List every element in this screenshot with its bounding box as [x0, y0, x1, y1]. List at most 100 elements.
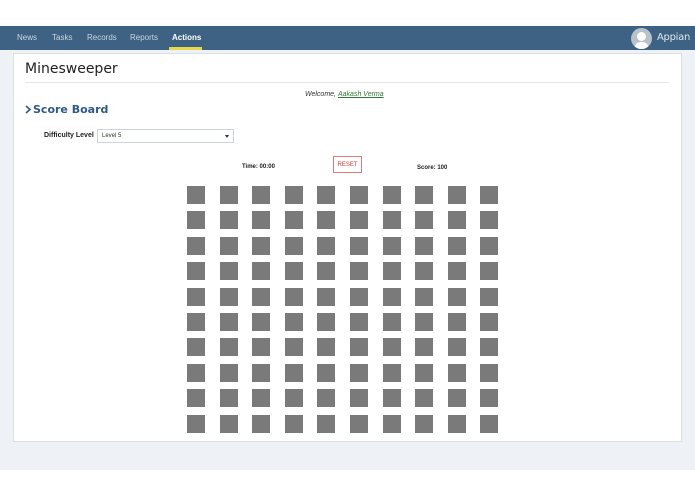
board-cell[interactable]: [285, 237, 303, 255]
board-cell[interactable]: [350, 237, 368, 255]
board-cell[interactable]: [415, 389, 433, 407]
board-cell[interactable]: [415, 237, 433, 255]
board-cell[interactable]: [252, 237, 270, 255]
board-cell[interactable]: [480, 313, 498, 331]
board-cell[interactable]: [383, 211, 401, 229]
board-cell[interactable]: [220, 415, 238, 433]
board-cell[interactable]: [187, 364, 205, 382]
board-cell[interactable]: [285, 415, 303, 433]
score-board-toggle[interactable]: Score Board: [25, 103, 108, 116]
board-cell[interactable]: [383, 262, 401, 280]
board-cell[interactable]: [350, 415, 368, 433]
board-cell[interactable]: [383, 389, 401, 407]
board-cell[interactable]: [383, 288, 401, 306]
board-cell[interactable]: [448, 364, 466, 382]
board-cell[interactable]: [350, 288, 368, 306]
board-cell[interactable]: [317, 211, 335, 229]
board-cell[interactable]: [448, 338, 466, 356]
board-cell[interactable]: [317, 237, 335, 255]
board-cell[interactable]: [252, 389, 270, 407]
nav-reports[interactable]: Reports: [130, 33, 158, 42]
board-cell[interactable]: [415, 211, 433, 229]
board-cell[interactable]: [285, 262, 303, 280]
board-cell[interactable]: [350, 313, 368, 331]
board-cell[interactable]: [480, 288, 498, 306]
nav-news[interactable]: News: [17, 33, 37, 42]
board-cell[interactable]: [415, 186, 433, 204]
board-cell[interactable]: [480, 389, 498, 407]
board-cell[interactable]: [317, 313, 335, 331]
board-cell[interactable]: [187, 415, 205, 433]
board-cell[interactable]: [187, 262, 205, 280]
board-cell[interactable]: [448, 237, 466, 255]
board-cell[interactable]: [317, 364, 335, 382]
board-cell[interactable]: [285, 186, 303, 204]
board-cell[interactable]: [415, 313, 433, 331]
board-cell[interactable]: [415, 262, 433, 280]
board-cell[interactable]: [415, 415, 433, 433]
board-cell[interactable]: [252, 288, 270, 306]
board-cell[interactable]: [220, 237, 238, 255]
board-cell[interactable]: [383, 313, 401, 331]
board-cell[interactable]: [350, 211, 368, 229]
board-cell[interactable]: [220, 186, 238, 204]
board-cell[interactable]: [285, 288, 303, 306]
board-cell[interactable]: [480, 364, 498, 382]
board-cell[interactable]: [252, 364, 270, 382]
nav-actions[interactable]: Actions: [172, 33, 201, 42]
nav-tasks[interactable]: Tasks: [52, 33, 72, 42]
board-cell[interactable]: [383, 415, 401, 433]
board-cell[interactable]: [448, 313, 466, 331]
board-cell[interactable]: [448, 186, 466, 204]
board-cell[interactable]: [480, 237, 498, 255]
board-cell[interactable]: [415, 338, 433, 356]
board-cell[interactable]: [383, 338, 401, 356]
board-cell[interactable]: [383, 364, 401, 382]
board-cell[interactable]: [350, 338, 368, 356]
board-cell[interactable]: [350, 186, 368, 204]
board-cell[interactable]: [252, 415, 270, 433]
board-cell[interactable]: [383, 186, 401, 204]
board-cell[interactable]: [383, 237, 401, 255]
board-cell[interactable]: [220, 211, 238, 229]
board-cell[interactable]: [480, 338, 498, 356]
board-cell[interactable]: [415, 288, 433, 306]
board-cell[interactable]: [187, 237, 205, 255]
board-cell[interactable]: [317, 186, 335, 204]
user-name-link[interactable]: Aakash Verma: [338, 91, 384, 98]
board-cell[interactable]: [448, 262, 466, 280]
board-cell[interactable]: [317, 389, 335, 407]
board-cell[interactable]: [285, 313, 303, 331]
board-cell[interactable]: [220, 313, 238, 331]
board-cell[interactable]: [220, 338, 238, 356]
board-cell[interactable]: [285, 211, 303, 229]
nav-records[interactable]: Records: [87, 33, 117, 42]
board-cell[interactable]: [350, 262, 368, 280]
board-cell[interactable]: [480, 415, 498, 433]
board-cell[interactable]: [350, 389, 368, 407]
board-cell[interactable]: [317, 338, 335, 356]
reset-button[interactable]: RESET: [333, 156, 362, 173]
board-cell[interactable]: [285, 364, 303, 382]
board-cell[interactable]: [415, 364, 433, 382]
board-cell[interactable]: [480, 211, 498, 229]
board-cell[interactable]: [285, 389, 303, 407]
board-cell[interactable]: [480, 186, 498, 204]
board-cell[interactable]: [448, 211, 466, 229]
board-cell[interactable]: [448, 288, 466, 306]
difficulty-select[interactable]: Level 5: [97, 129, 234, 143]
board-cell[interactable]: [252, 186, 270, 204]
board-cell[interactable]: [187, 338, 205, 356]
board-cell[interactable]: [350, 364, 368, 382]
board-cell[interactable]: [220, 364, 238, 382]
board-cell[interactable]: [252, 338, 270, 356]
board-cell[interactable]: [252, 262, 270, 280]
user-avatar-icon[interactable]: [631, 28, 652, 49]
board-cell[interactable]: [317, 415, 335, 433]
board-cell[interactable]: [317, 288, 335, 306]
board-cell[interactable]: [220, 288, 238, 306]
board-cell[interactable]: [448, 415, 466, 433]
board-cell[interactable]: [220, 262, 238, 280]
board-cell[interactable]: [480, 262, 498, 280]
board-cell[interactable]: [187, 211, 205, 229]
